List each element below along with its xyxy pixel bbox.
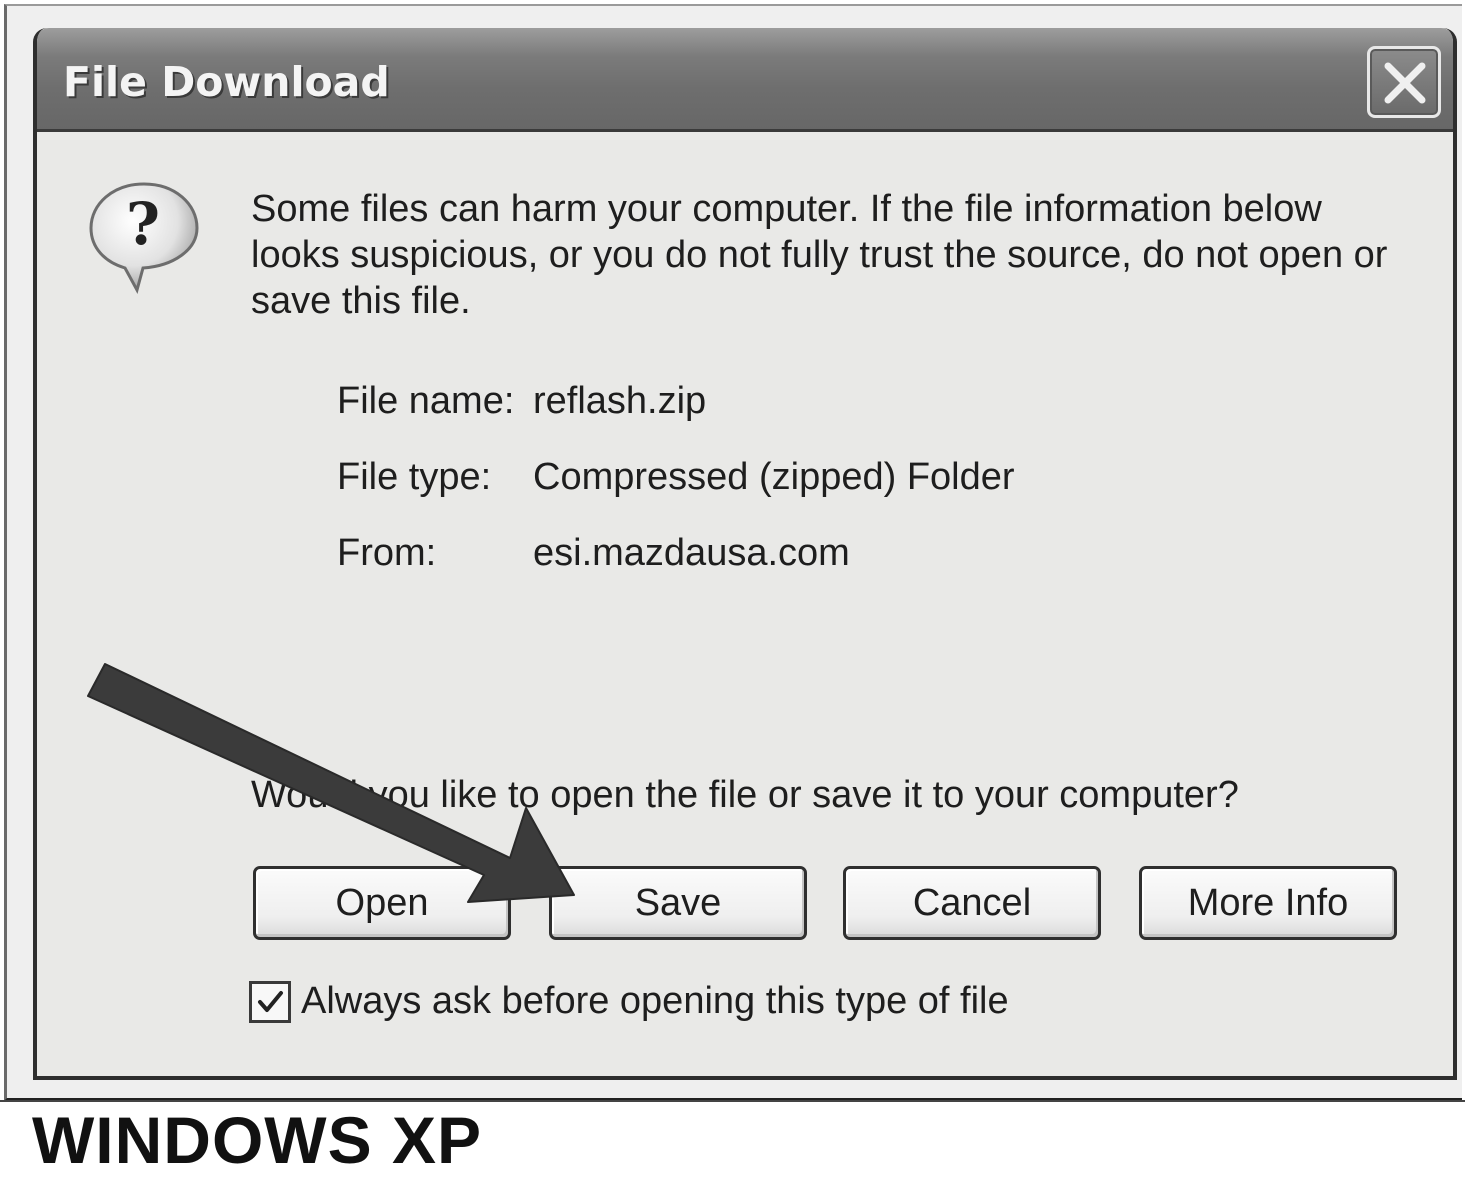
question-mark-icon: ?: [89, 182, 199, 294]
file-from-value: esi.mazdausa.com: [533, 532, 850, 574]
file-from-label: From:: [337, 532, 437, 574]
title-bar[interactable]: File Download: [37, 28, 1453, 132]
close-button[interactable]: [1367, 46, 1441, 118]
file-type-value: Compressed (zipped) Folder: [533, 456, 1015, 498]
dialog-title: File Download: [63, 58, 390, 106]
screenshot-frame: File Download ? Some files can harm your…: [4, 4, 1462, 1101]
save-button[interactable]: Save: [549, 866, 807, 940]
warning-message: Some files can harm your computer. If th…: [251, 188, 1388, 322]
more-info-button[interactable]: More Info: [1139, 866, 1397, 940]
svg-text:?: ?: [126, 190, 160, 258]
cancel-button[interactable]: Cancel: [843, 866, 1101, 940]
file-name-value: reflash.zip: [533, 380, 707, 422]
always-ask-checkbox[interactable]: [249, 980, 291, 1023]
open-button[interactable]: Open: [253, 866, 511, 940]
open-or-save-question: Would you like to open the file or save …: [251, 774, 1239, 816]
file-download-dialog: File Download ? Some files can harm your…: [33, 28, 1457, 1080]
checkmark-icon: [258, 990, 283, 1012]
os-caption: WINDOWS XP: [32, 1103, 482, 1177]
always-ask-label: Always ask before opening this type of f…: [301, 980, 1009, 1022]
close-icon: [1384, 62, 1426, 104]
file-type-label: File type:: [337, 456, 492, 498]
file-name-label: File name:: [337, 380, 515, 422]
always-ask-option[interactable]: Always ask before opening this type of f…: [249, 980, 1009, 1023]
